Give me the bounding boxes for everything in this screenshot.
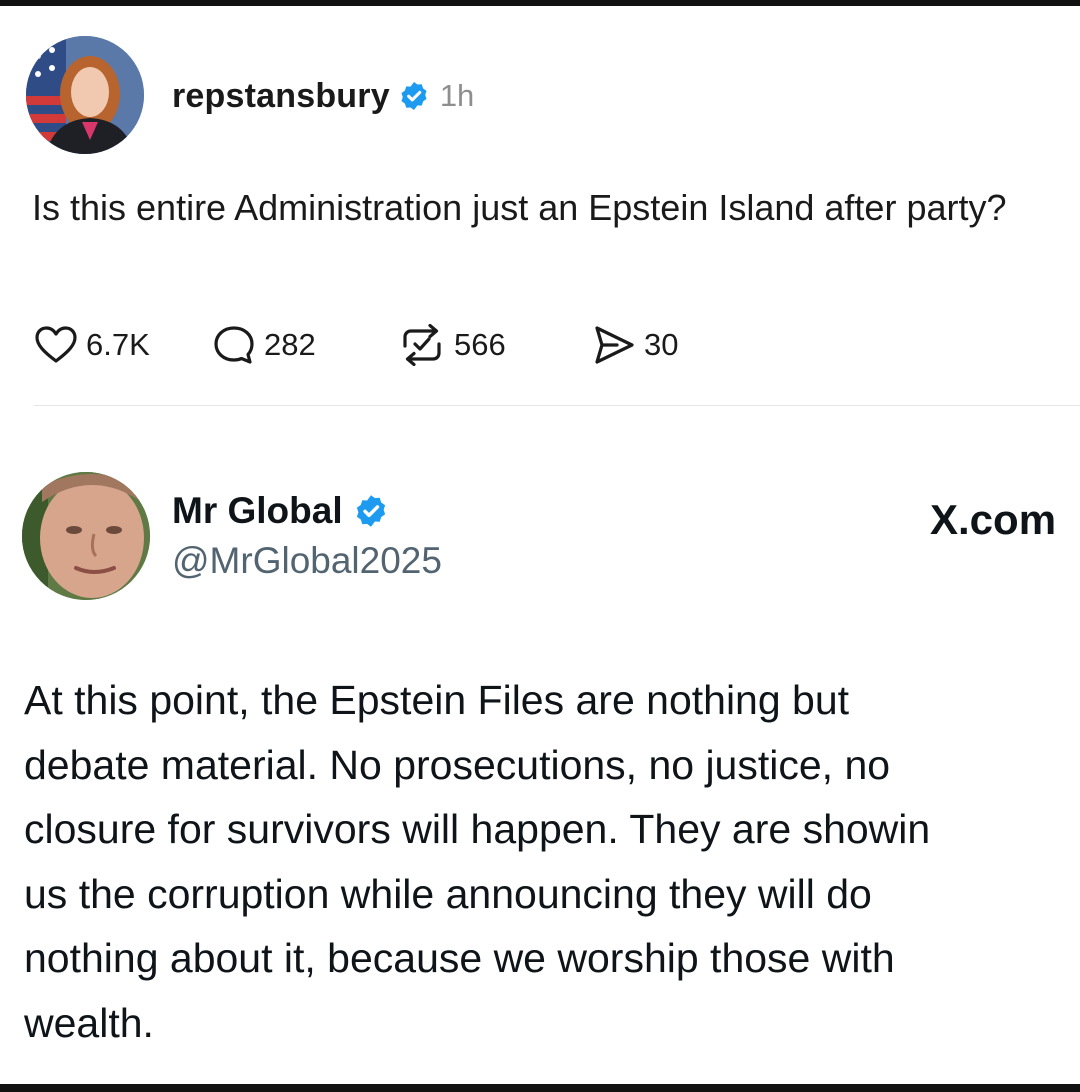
post-text-line: debate material. No prosecutions, no jus… — [24, 741, 891, 788]
send-icon — [595, 326, 634, 364]
x-logo-watermark: X.com — [930, 496, 1057, 543]
post-divider — [34, 405, 1080, 406]
reply-count: 282 — [264, 327, 316, 362]
repost-icon — [403, 324, 441, 366]
post-actions: 6.7K 282 566 30 — [34, 322, 678, 368]
post-text-line: nothing about it, because we worship tho… — [24, 935, 895, 981]
like-button[interactable]: 6.7K — [34, 325, 212, 365]
display-name[interactable]: Mr Global — [172, 490, 343, 532]
share-count: 30 — [644, 327, 679, 362]
comment-icon — [214, 326, 254, 364]
post-header: Mr Global — [172, 488, 389, 534]
heart-icon — [35, 326, 77, 363]
post-repstansbury: repstansbury 1h Is this entire Administr… — [0, 0, 1080, 410]
user-handle[interactable]: @MrGlobal2025 — [172, 540, 442, 582]
verified-badge-icon — [353, 493, 389, 529]
post-text: At this point, the Epstein Files are not… — [24, 668, 1080, 1052]
repost-count: 566 — [454, 327, 506, 362]
post-text-line: At this point, the Epstein Files are not… — [24, 677, 850, 723]
verified-badge-icon — [398, 80, 430, 112]
username[interactable]: repstansbury — [172, 77, 390, 116]
repost-button[interactable]: 566 — [398, 324, 592, 366]
avatar[interactable] — [22, 472, 150, 600]
post-time: 1h — [439, 78, 475, 113]
share-button[interactable]: 30 — [592, 324, 678, 366]
post-text-line: us the corruption while announcing they … — [24, 870, 872, 917]
post-header: repstansbury 1h — [172, 74, 474, 118]
post-text-line: wealth. — [24, 999, 154, 1046]
post-text: Is this entire Administration just an Ep… — [32, 187, 1007, 228]
post-text-line: closure for survivors will happen. They … — [24, 806, 931, 852]
like-count: 6.7K — [86, 327, 150, 362]
avatar[interactable] — [26, 36, 144, 154]
reply-button[interactable]: 282 — [212, 324, 398, 366]
bottom-edge-bar — [0, 1084, 1080, 1092]
